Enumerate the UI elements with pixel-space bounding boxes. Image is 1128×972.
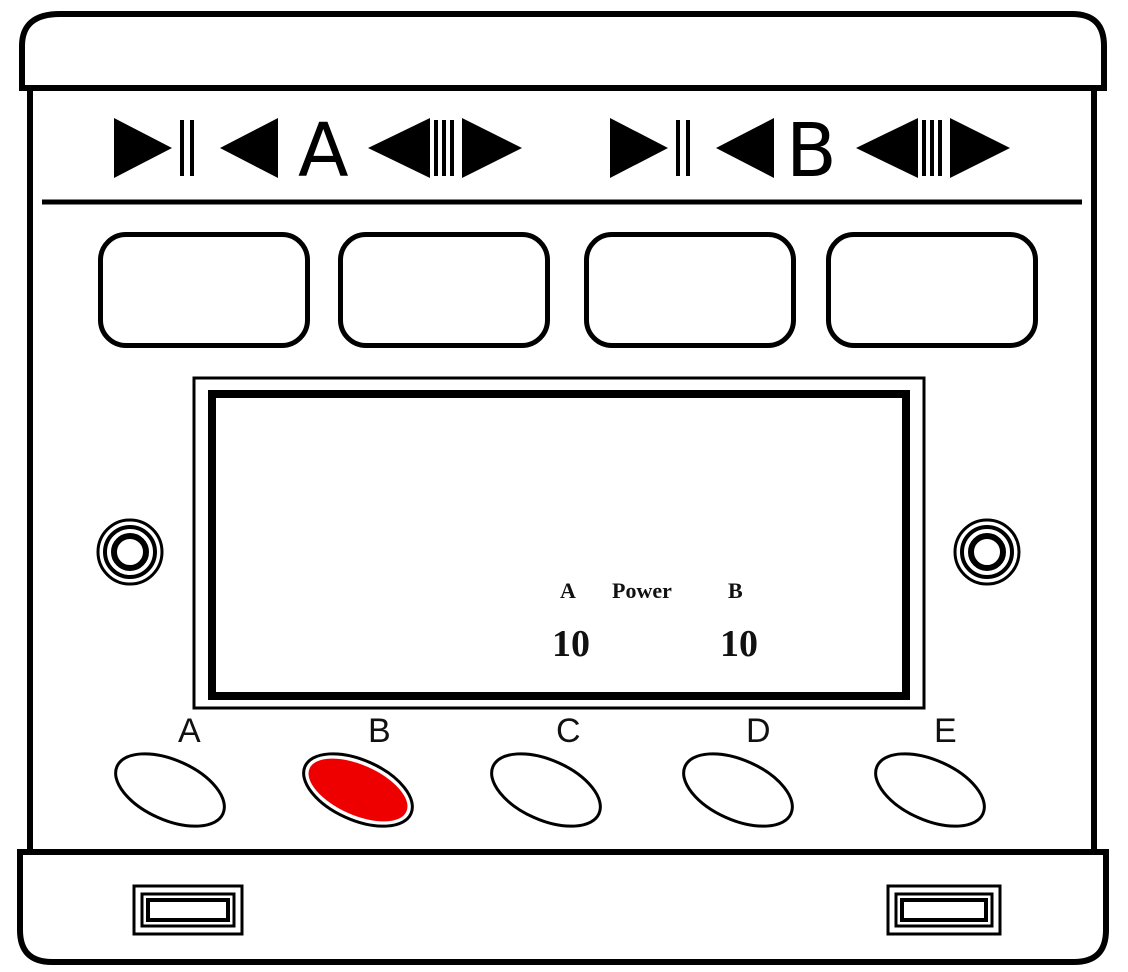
mode-button-label-d: D — [746, 712, 771, 750]
slot-icon-left — [132, 884, 244, 936]
channel-a-label: A — [298, 108, 349, 194]
softkey-3[interactable] — [584, 232, 796, 348]
top-cap — [19, 11, 1107, 91]
softkey-1[interactable] — [98, 232, 310, 348]
softkey-2[interactable] — [338, 232, 550, 348]
lcd-label-a: A — [560, 578, 576, 603]
mode-button-label-b: B — [368, 712, 391, 750]
mode-button-label-c: C — [556, 712, 581, 750]
knob-icon-left — [96, 518, 164, 586]
lcd-label-b: B — [728, 578, 743, 603]
slot-icon-right — [886, 884, 1002, 936]
mode-button-label-a: A — [178, 712, 201, 750]
lcd-value-a: 10 — [552, 623, 590, 665]
lcd-label-power: Power — [612, 578, 672, 603]
channel-b-label: B — [786, 108, 837, 194]
lcd-value-b: 10 — [720, 623, 758, 665]
softkey-4[interactable] — [826, 232, 1038, 348]
knob-icon-right — [953, 518, 1021, 586]
mode-button-label-e: E — [934, 712, 957, 750]
